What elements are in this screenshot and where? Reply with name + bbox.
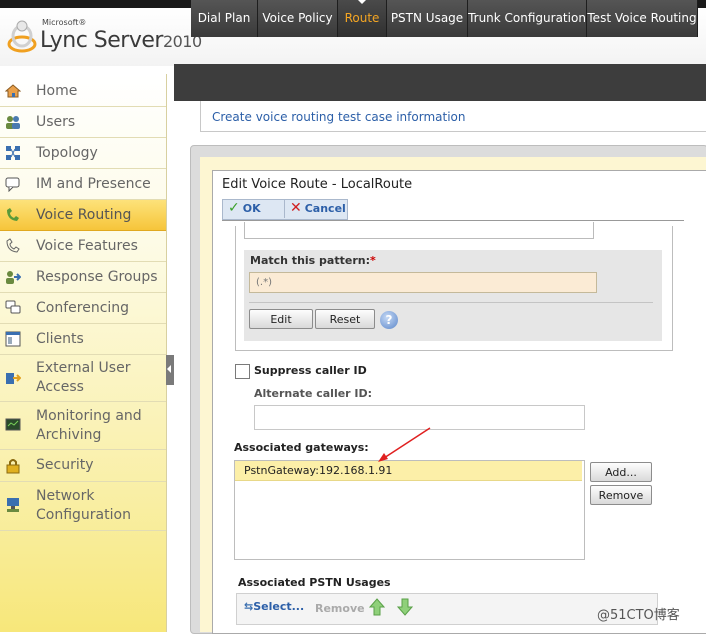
select-icon: ⇆ xyxy=(244,600,254,613)
match-pattern-input[interactable] xyxy=(249,272,597,293)
select-pstn-usage-button[interactable]: ⇆Select... xyxy=(244,600,304,613)
remove-gateway-button[interactable]: Remove xyxy=(590,485,652,505)
ok-button[interactable]: ✓ OK xyxy=(228,199,261,218)
voice-routing-icon xyxy=(7,208,19,221)
close-icon: ✕ xyxy=(290,200,302,216)
sidebar-item-conferencing[interactable]: Conferencing xyxy=(0,293,166,324)
tab-test-voice-routing[interactable]: Test Voice Routing xyxy=(587,0,698,37)
sidebar-item-label: Response Groups xyxy=(36,269,158,285)
sidebar-item-response-groups[interactable]: Response Groups xyxy=(0,262,166,293)
match-pattern-label: Match this pattern:* xyxy=(250,254,376,267)
divider xyxy=(249,302,653,303)
add-gateway-button[interactable]: Add... xyxy=(590,462,652,482)
tab-route[interactable]: Route xyxy=(338,0,387,37)
tab-trunk-configuration[interactable]: Trunk Configuration xyxy=(468,0,587,37)
response-groups-icon xyxy=(6,271,21,284)
sidebar-item-im-presence[interactable]: IM and Presence xyxy=(0,169,166,200)
users-icon xyxy=(6,116,20,129)
sidebar-item-external-user-access[interactable]: External User Access xyxy=(0,355,166,402)
phone-icon xyxy=(6,238,20,253)
remove-pstn-usage-button[interactable]: Remove xyxy=(315,602,365,615)
move-up-icon[interactable] xyxy=(369,598,385,616)
product-title: Lync Server xyxy=(40,28,163,53)
help-icon[interactable]: ? xyxy=(380,311,398,329)
sidebar-item-label: Network Configuration xyxy=(36,488,131,523)
sidebar-item-topology[interactable]: Topology xyxy=(0,138,166,169)
sidebar-item-clients[interactable]: Clients xyxy=(0,324,166,355)
lync-logo-icon xyxy=(7,20,37,53)
check-icon: ✓ xyxy=(228,200,240,216)
sidebar-item-label: Topology xyxy=(36,145,98,161)
cancel-button[interactable]: ✕ Cancel xyxy=(290,199,346,218)
sidebar-item-label: Security xyxy=(36,457,94,473)
monitoring-icon xyxy=(5,418,21,431)
product-name: Lync Server2010 xyxy=(40,28,202,53)
sidebar-item-voice-routing[interactable]: Voice Routing xyxy=(0,200,166,231)
tab-pstn-usage[interactable]: PSTN Usage xyxy=(387,0,468,37)
suppress-caller-id-checkbox[interactable] xyxy=(235,364,250,379)
tab-dial-plan[interactable]: Dial Plan xyxy=(191,0,258,37)
breadcrumb-link[interactable]: Create voice routing test case informati… xyxy=(212,110,465,124)
sidebar-item-label: External User Access xyxy=(36,360,131,395)
lock-icon xyxy=(6,459,20,474)
alternate-caller-id-label: Alternate caller ID: xyxy=(254,387,373,400)
sidebar-item-users[interactable]: Users xyxy=(0,107,166,138)
gateways-label: Associated gateways: xyxy=(234,441,369,454)
sidebar-item-label: IM and Presence xyxy=(36,176,151,192)
sidebar-item-label: Home xyxy=(36,83,78,99)
clients-icon xyxy=(5,331,21,347)
sidebar-item-voice-features[interactable]: Voice Features xyxy=(0,231,166,262)
network-icon xyxy=(7,498,19,512)
watermark: @51CTO博客 xyxy=(597,608,680,623)
sidebar-collapse-handle[interactable] xyxy=(166,355,174,385)
previous-textbox[interactable] xyxy=(244,222,594,239)
home-icon xyxy=(5,84,21,98)
select-label: Select... xyxy=(253,600,305,613)
cancel-label: Cancel xyxy=(304,202,346,215)
sidebar-item-label: Clients xyxy=(36,331,84,347)
sidebar-item-security[interactable]: Security xyxy=(0,450,166,482)
reset-button[interactable]: Reset xyxy=(315,309,375,329)
dialog-title: Edit Voice Route - LocalRoute xyxy=(222,177,413,192)
im-icon xyxy=(5,177,20,192)
ok-label: OK xyxy=(242,202,261,215)
tab-voice-policy[interactable]: Voice Policy xyxy=(258,0,338,37)
external-access-icon xyxy=(6,373,21,384)
sidebar-item-label: Voice Routing xyxy=(36,207,132,223)
annotation-arrow-icon xyxy=(378,427,431,462)
move-down-icon[interactable] xyxy=(397,598,413,616)
toolbar-divider xyxy=(284,200,285,218)
pstn-usages-label: Associated PSTN Usages xyxy=(238,576,391,589)
sidebar-item-network-configuration[interactable]: Network Configuration xyxy=(0,482,166,531)
sidebar-item-label: Voice Features xyxy=(36,238,138,254)
match-pattern-label-text: Match this pattern: xyxy=(250,254,370,267)
sidebar-item-home[interactable]: Home xyxy=(0,76,166,107)
sidebar-item-label: Monitoring and Archiving xyxy=(36,408,142,443)
tab-bar xyxy=(174,64,706,101)
conferencing-icon xyxy=(5,300,21,314)
suppress-caller-id-label: Suppress caller ID xyxy=(254,364,367,377)
required-mark: * xyxy=(369,254,376,267)
sidebar-item-label: Users xyxy=(36,114,76,130)
topology-icon xyxy=(6,146,20,160)
edit-button[interactable]: Edit xyxy=(249,309,313,329)
sidebar-item-monitoring-archiving[interactable]: Monitoring and Archiving xyxy=(0,402,166,450)
sidebar-item-label: Conferencing xyxy=(36,300,130,316)
brand-microsoft: Microsoft® xyxy=(42,18,87,27)
